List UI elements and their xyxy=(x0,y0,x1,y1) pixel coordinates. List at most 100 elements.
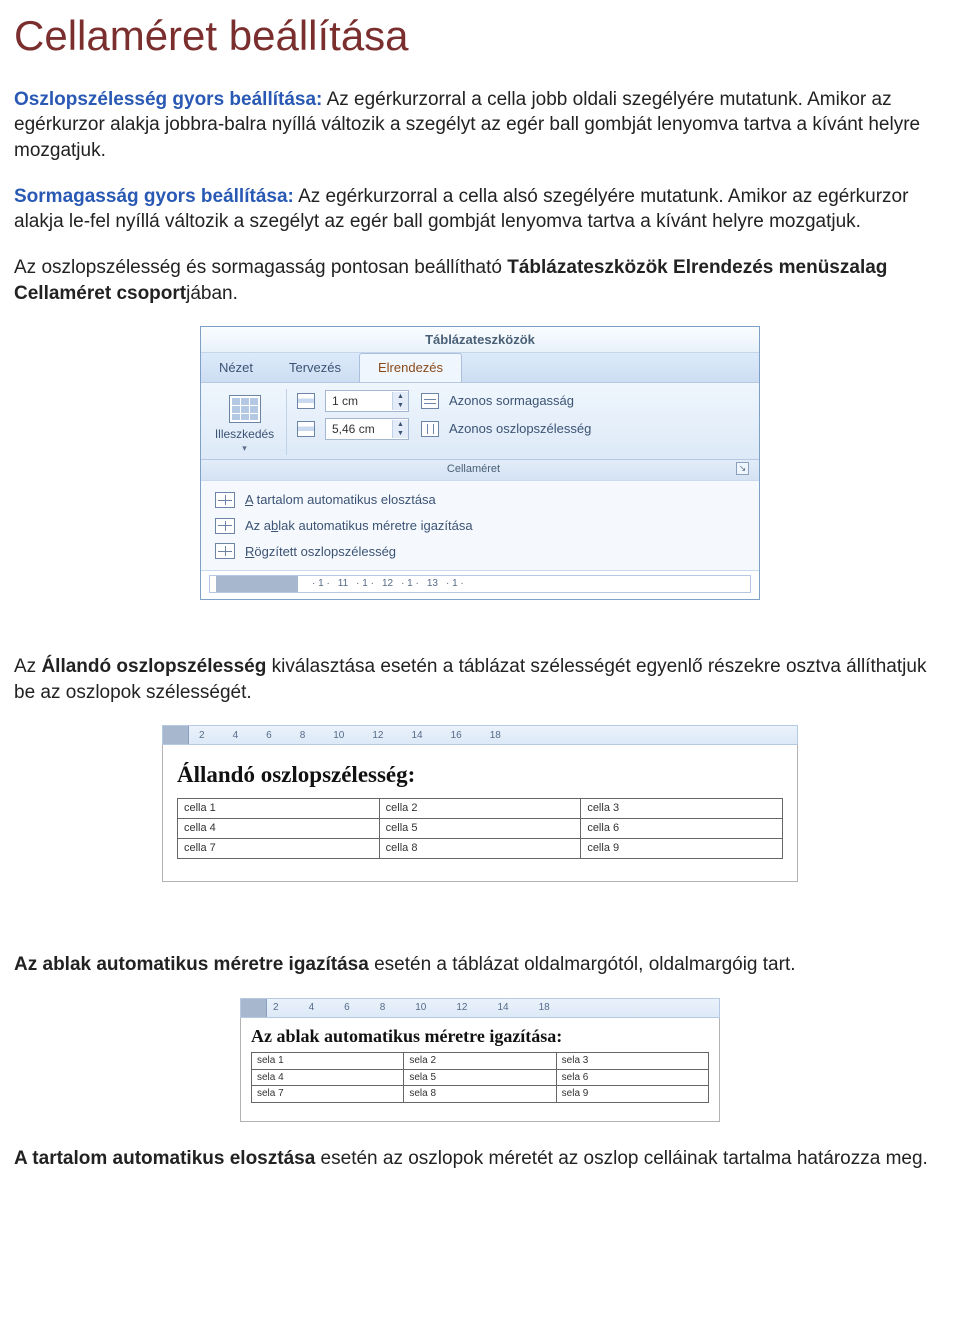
example-fixed-width: 2 4 6 8 10 12 14 16 18 Állandó oszlopszé… xyxy=(162,725,798,882)
table-cell: sela 7 xyxy=(252,1086,404,1103)
menu-label: Az ablak automatikus méretre igazítása xyxy=(245,517,473,535)
ruler: · 1 · 11 · 1 · 12 · 1 · 13 · 1 · xyxy=(209,575,751,593)
equal-rows-icon xyxy=(421,393,439,409)
ruler-tick: 6 xyxy=(344,1001,350,1015)
paragraph-autofit-content: A tartalom automatikus elosztása esetén … xyxy=(14,1146,946,1172)
paragraph-autofit-window: Az ablak automatikus méretre igazítása e… xyxy=(14,952,946,978)
table-cell: cella 1 xyxy=(178,799,380,819)
bold-fixed: Állandó oszlopszélesség xyxy=(41,656,266,677)
ruler-tick: 10 xyxy=(333,729,344,743)
table-cell: cella 7 xyxy=(178,839,380,859)
ruler-tick: 10 xyxy=(415,1001,426,1015)
ruler-tick: 12 xyxy=(456,1001,467,1015)
table-cell: sela 8 xyxy=(404,1086,556,1103)
ruler-margin xyxy=(163,726,189,744)
tab-nezet[interactable]: Nézet xyxy=(201,354,271,383)
table-cell: cella 5 xyxy=(379,819,581,839)
equal-cols-button[interactable]: Azonos oszlopszélesség xyxy=(449,420,751,438)
autofit-menu: A tartalom automatikus elosztása Az abla… xyxy=(201,480,759,570)
bold-autofit-window: Az ablak automatikus méretre igazítása xyxy=(14,954,369,975)
tab-tervezes[interactable]: Tervezés xyxy=(271,354,359,383)
table-row: cella 1 cella 2 cella 3 xyxy=(178,799,783,819)
menu-fixed-width[interactable]: Rögzített oszlopszélesség xyxy=(209,539,759,565)
table-cell: sela 4 xyxy=(252,1069,404,1086)
chevron-down-icon: ▾ xyxy=(242,442,247,454)
ruler-strip: · 1 · 11 · 1 · 12 · 1 · 13 · 1 · xyxy=(201,570,759,599)
ruler-tick: 12 xyxy=(372,729,383,743)
table-cell: cella 2 xyxy=(379,799,581,819)
menu-auto-window[interactable]: Az ablak automatikus méretre igazítása xyxy=(209,513,759,539)
ruler-margin xyxy=(241,999,267,1017)
text: Az xyxy=(14,656,41,677)
row-height-spinner[interactable]: 1 cm ▲▼ xyxy=(325,390,409,412)
menu-auto-content[interactable]: A tartalom automatikus elosztása xyxy=(209,487,759,513)
paragraph-row-height: Sormagasság gyors beállítása: Az egérkur… xyxy=(14,184,946,235)
table-cell: cella 3 xyxy=(581,799,783,819)
ruler-tick: 6 xyxy=(266,729,272,743)
ruler-tick: 12 xyxy=(382,577,393,591)
spin-up-icon[interactable]: ▲ xyxy=(392,420,408,429)
ruler-tick: 4 xyxy=(233,729,239,743)
table-cell: cella 6 xyxy=(581,819,783,839)
row-height-icon xyxy=(297,393,315,409)
ruler-tick: · 1 · xyxy=(401,577,419,591)
dialog-launcher-icon[interactable]: ↘ xyxy=(736,462,749,475)
row-height-value: 1 cm xyxy=(326,393,392,409)
example-autofit-window: 2 4 6 8 10 12 14 18 Az ablak automatikus… xyxy=(240,998,720,1122)
text: esetén az oszlopok méretét az oszlop cel… xyxy=(315,1148,928,1169)
ruler-tick: 14 xyxy=(498,1001,509,1015)
autofit-label: Illeszkedés xyxy=(215,426,274,442)
col-width-value: 5,46 cm xyxy=(326,421,392,437)
ruler: 2 4 6 8 10 12 14 16 18 xyxy=(162,725,798,745)
equal-cols-icon xyxy=(421,421,439,437)
ruler-tick: 14 xyxy=(412,729,423,743)
group-name-label: Cellaméret xyxy=(447,462,500,477)
text: Az oszlopszélesség és sormagasság pontos… xyxy=(14,257,507,278)
table-cell: sela 9 xyxy=(556,1086,708,1103)
tab-elrendezes[interactable]: Elrendezés xyxy=(359,353,462,383)
tab-row: Nézet Tervezés Elrendezés xyxy=(201,353,759,384)
cellsize-controls: 1 cm ▲▼ Azonos sormagasság 5,46 cm ▲▼ Az… xyxy=(287,389,751,454)
contextual-tab-title: Táblázateszközök xyxy=(201,327,759,353)
bold-autofit-content: A tartalom automatikus elosztása xyxy=(14,1148,315,1169)
menu-label: Rögzített oszlopszélesség xyxy=(245,543,396,561)
table-cell: cella 9 xyxy=(581,839,783,859)
ruler-tick: 2 xyxy=(273,1001,279,1015)
col-width-icon xyxy=(297,421,315,437)
text: jában. xyxy=(186,283,238,304)
table-row: sela 7 sela 8 sela 9 xyxy=(252,1086,709,1103)
lead-col: Oszlopszélesség gyors beállítása: xyxy=(14,89,322,110)
text: esetén a táblázat oldalmargótól, oldalma… xyxy=(369,954,796,975)
example-heading: Állandó oszlopszélesség: xyxy=(177,759,783,790)
autofit-group[interactable]: Illeszkedés ▾ xyxy=(209,389,287,454)
ruler-tick: 8 xyxy=(380,1001,386,1015)
ruler-tick: 18 xyxy=(490,729,501,743)
grid-icon xyxy=(215,543,235,559)
ruler-tick: · 1 · xyxy=(446,577,464,591)
table-row: cella 4 cella 5 cella 6 xyxy=(178,819,783,839)
spin-down-icon[interactable]: ▼ xyxy=(392,401,408,410)
example-table: cella 1 cella 2 cella 3 cella 4 cella 5 … xyxy=(177,798,783,859)
paragraph-col-width: Oszlopszélesség gyors beállítása: Az egé… xyxy=(14,87,946,164)
paragraph-toolbar-ref: Az oszlopszélesség és sormagasság pontos… xyxy=(14,255,946,306)
ruler-tick: 16 xyxy=(451,729,462,743)
table-cell: sela 1 xyxy=(252,1053,404,1070)
grid-icon xyxy=(215,518,235,534)
ruler-tick: 4 xyxy=(309,1001,315,1015)
ruler-margin xyxy=(216,576,298,592)
ribbon-screenshot: Táblázateszközök Nézet Tervezés Elrendez… xyxy=(200,326,760,600)
spin-down-icon[interactable]: ▼ xyxy=(392,429,408,438)
table-cell: cella 4 xyxy=(178,819,380,839)
ruler-tick: 2 xyxy=(199,729,205,743)
table-cell: cella 8 xyxy=(379,839,581,859)
paragraph-fixed-width: Az Állandó oszlopszélesség kiválasztása … xyxy=(14,654,946,705)
ruler-tick: 18 xyxy=(539,1001,550,1015)
table-row: sela 1 sela 2 sela 3 xyxy=(252,1053,709,1070)
spin-up-icon[interactable]: ▲ xyxy=(392,392,408,401)
page-area: Állandó oszlopszélesség: cella 1 cella 2… xyxy=(162,745,798,882)
menu-label: A tartalom automatikus elosztása xyxy=(245,491,436,509)
ruler-tick: · 1 · xyxy=(312,577,330,591)
ruler-tick: 11 xyxy=(338,577,348,591)
col-width-spinner[interactable]: 5,46 cm ▲▼ xyxy=(325,418,409,440)
equal-rows-button[interactable]: Azonos sormagasság xyxy=(449,392,751,410)
